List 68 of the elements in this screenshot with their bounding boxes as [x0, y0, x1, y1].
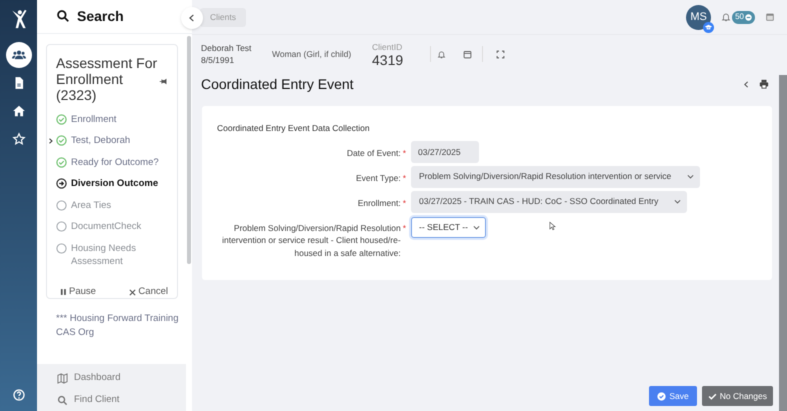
- required-mark: *: [402, 196, 406, 210]
- scrollbar[interactable]: [187, 36, 191, 264]
- client-id-label: ClientID: [372, 42, 404, 53]
- no-changes-button[interactable]: No Changes: [702, 386, 773, 406]
- page-title: Coordinated Entry Event: [201, 74, 354, 94]
- star-icon: [12, 132, 26, 146]
- workflow-step[interactable]: Enrollment: [71, 112, 166, 126]
- search-icon[interactable]: [56, 9, 70, 24]
- workflow-step[interactable]: Ready for Outcome?: [71, 156, 166, 169]
- cancel-button[interactable]: Cancel: [129, 284, 168, 300]
- pause-icon: [60, 288, 67, 296]
- date-field[interactable]: 03/27/2025: [411, 140, 479, 163]
- field-label: Date of Event:: [346, 146, 401, 160]
- field-label: Enrollment:: [356, 196, 401, 210]
- client-name: Deborah Test: [201, 42, 252, 54]
- workflow-step[interactable]: Area Ties: [71, 198, 166, 212]
- section-title: Coordinated Entry Event Data Collection: [217, 122, 371, 135]
- check-icon: [708, 392, 717, 400]
- workflow-title: Assessment For Enrollment (2323): [56, 54, 158, 103]
- help-icon[interactable]: [12, 389, 24, 401]
- organization-name: *** Housing Forward Training CAS Org: [56, 312, 180, 340]
- client-id: 4319: [372, 53, 404, 68]
- chevron-down-icon: [674, 198, 682, 206]
- select-field[interactable]: 03/27/2025 - TRAIN CAS - HUD: CoC - SSO Coordinated Entry: [411, 190, 688, 213]
- calendar-icon[interactable]: [765, 12, 775, 22]
- required-mark: *: [402, 172, 406, 184]
- select-field[interactable]: -- SELECT --: [411, 216, 486, 238]
- pause-button[interactable]: Pause: [60, 284, 96, 300]
- workflow-step[interactable]: Diversion Outcome: [71, 177, 166, 190]
- scrollbar[interactable]: [779, 75, 787, 411]
- check-circle-icon: [657, 392, 666, 400]
- mortarboard-badge-icon: [703, 22, 714, 32]
- chevron-left-icon: [188, 14, 196, 22]
- client-gender: Woman (Girl, if child): [272, 48, 352, 61]
- field-label: Event Type:: [354, 172, 401, 184]
- bell-icon[interactable]: [721, 12, 732, 22]
- search-label[interactable]: Search: [77, 6, 124, 27]
- printer-icon[interactable]: [759, 79, 769, 89]
- people-icon: [12, 48, 26, 62]
- close-icon: [129, 288, 136, 296]
- pin-icon[interactable]: [159, 76, 168, 86]
- required-mark: *: [402, 146, 406, 160]
- chevron-down-icon: [472, 224, 480, 231]
- save-button[interactable]: Save: [649, 386, 697, 406]
- search-icon: [57, 394, 68, 406]
- bell-icon[interactable]: [437, 50, 446, 58]
- notification-count: 50: [735, 11, 744, 23]
- chevron-left-icon[interactable]: [743, 80, 750, 88]
- nav-link[interactable]: Find Client: [37, 389, 186, 411]
- calendar-icon[interactable]: [463, 50, 472, 58]
- nav-link[interactable]: Dashboard: [37, 367, 186, 389]
- mouse-cursor-icon: [548, 220, 557, 232]
- workflow-step[interactable]: DocumentCheck: [71, 220, 166, 234]
- fullscreen-icon[interactable]: [496, 50, 505, 58]
- map-icon: [57, 372, 68, 384]
- workflow-step[interactable]: Test, Deborah: [71, 134, 166, 148]
- select-field[interactable]: Problem Solving/Diversion/Rapid Resolution intervention or service: [411, 166, 700, 188]
- required-mark: *: [402, 222, 406, 234]
- minus-circle-icon: [745, 14, 752, 20]
- notification-badge[interactable]: 50: [732, 10, 755, 24]
- client-birthdate: 8/5/1991: [201, 54, 236, 66]
- home-icon: [12, 104, 26, 118]
- collapse-button[interactable]: [181, 7, 203, 29]
- rail-button[interactable]: [6, 42, 32, 68]
- field-label: Problem Solving/Diversion/Rapid Resolution intervention or service result - Client housed/re-housed in a safe alternative:: [221, 222, 401, 260]
- chevron-right-icon: [48, 137, 54, 146]
- workflow-step[interactable]: Housing Needs Assessment: [71, 242, 166, 268]
- chevron-down-icon: [687, 173, 694, 180]
